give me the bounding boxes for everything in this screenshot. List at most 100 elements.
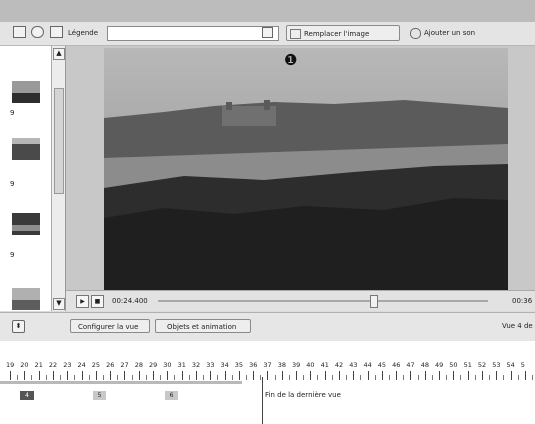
ruler-minor-tick [231,375,233,380]
ruler-tick [10,371,11,380]
ruler-tick [52,371,54,380]
clip-4[interactable]: 4 [20,391,34,400]
ruler-tick [267,371,269,380]
ruler-tick [81,371,83,380]
ruler-minor-tick [245,375,247,380]
ruler-tick-label: 35 [234,361,244,369]
ruler-tick [153,371,154,380]
image-icon[interactable] [13,26,26,38]
thumbnail-4[interactable] [12,288,40,310]
ruler-minor-tick [45,375,47,380]
ruler-minor-tick [74,375,76,380]
ruler-tick [367,371,369,380]
timeline-track [0,381,242,384]
ruler-tick [210,371,212,380]
stop-icon[interactable]: ■ [91,295,104,308]
ruler-minor-tick [17,375,19,380]
ruler-tick [110,371,112,380]
ruler-tick-label: 30 [163,361,172,369]
ruler-tick-label: 39 [292,361,301,369]
ruler-tick [310,371,312,380]
ruler-minor-tick [374,375,376,380]
rotate-icon[interactable] [31,26,44,38]
ruler-minor-tick [217,375,219,380]
ruler-tick [224,371,226,380]
picture-icon [290,29,301,39]
ruler-tick-label: 33 [206,361,215,369]
ruler-tick [439,371,440,380]
ruler-minor-tick [503,375,505,380]
spinner-icon[interactable]: ⬍ [12,320,25,333]
caption-input[interactable] [107,26,279,41]
ruler-tick-label: 40 [306,361,315,369]
scroll-up-icon[interactable]: ▲ [53,48,65,60]
thumb-number: 9 [10,109,15,117]
ruler-minor-tick [317,375,319,380]
ruler-tick [95,371,97,380]
ruler-minor-tick [174,375,176,380]
end-label: Fin de la dernière vue [265,391,341,399]
view-status: Vue 4 de [502,322,533,330]
sound-icon [410,28,421,39]
scroll-thumb[interactable] [54,88,64,194]
ruler-minor-tick [431,375,433,380]
ruler-tick [424,371,426,380]
ruler-tick [195,371,197,380]
play-icon[interactable]: ▶ [76,295,89,308]
ruler-tick-label: 49 [435,361,444,369]
ruler-minor-tick [117,375,119,380]
ruler-minor-tick [474,375,476,380]
ruler-minor-tick [303,375,305,380]
ruler-minor-tick [331,375,333,380]
ruler-tick-label: 53 [492,361,501,369]
ruler-minor-tick [489,375,491,380]
ruler-tick-label: 26 [106,361,115,369]
ruler-tick-label: 29 [149,361,158,369]
ruler-tick [467,371,469,380]
ruler-tick [496,371,498,380]
thumb-number: 9 [10,251,15,259]
ruler-tick-label: 47 [406,361,415,369]
ruler-minor-tick [160,375,162,380]
preview-image[interactable] [104,48,508,290]
objects-animation-button[interactable]: Objets et animation [155,319,251,333]
clip-6[interactable]: 6 [165,391,178,400]
ruler-minor-tick [188,375,190,380]
ruler-tick [338,371,340,380]
ruler-tick-label: 38 [277,361,286,369]
ruler-minor-tick [145,375,147,380]
ruler-tick [453,371,455,380]
thumb-number: 9 [10,180,15,188]
clip-5[interactable]: 5 [93,391,106,400]
add-sound-button[interactable]: Ajouter un son [410,27,490,41]
progress-thumb[interactable] [369,295,378,308]
ruler-minor-tick [60,375,62,380]
ruler-minor-tick [346,375,348,380]
ruler-tick-label: 20 [20,361,29,369]
ruler-minor-tick [417,375,419,380]
playback-bar: ▶ ■ 00:24.400 00:36 [66,290,535,311]
browse-icon[interactable] [262,27,273,38]
ruler-tick-label: 5 [520,361,525,369]
crop-icon[interactable] [50,26,63,38]
time-total: 00:36 [512,297,533,305]
thumbnail-2[interactable] [12,138,40,160]
thumbnail-1[interactable] [12,81,40,103]
configure-view-button[interactable]: Configurer la vue [70,319,150,333]
ruler-tick-label: 51 [463,361,472,369]
progress-track[interactable] [158,300,488,302]
ruler-tick [38,371,40,380]
ruler-tick-label: 43 [349,361,358,369]
ruler-tick [181,371,183,380]
ruler-tick-label: 19 [6,361,15,369]
thumbnail-scrollbar[interactable]: ▲ ▼ [51,46,65,311]
ruler-tick [324,371,326,380]
timeline-ruler: 19 20 21 22 23 24 25 26 27 28 29 30 31 32 33 34 35 36 37 38… [0,341,535,381]
thumbnail-3[interactable] [12,213,40,235]
replace-image-button[interactable]: Remplacer l'image [286,25,400,41]
scroll-down-icon[interactable]: ▼ [53,298,65,310]
ruler-tick-label: 24 [77,361,86,369]
ruler-tick-label: 25 [91,361,101,369]
ruler-tick-label: 41 [320,361,329,369]
ruler-tick [481,371,483,380]
